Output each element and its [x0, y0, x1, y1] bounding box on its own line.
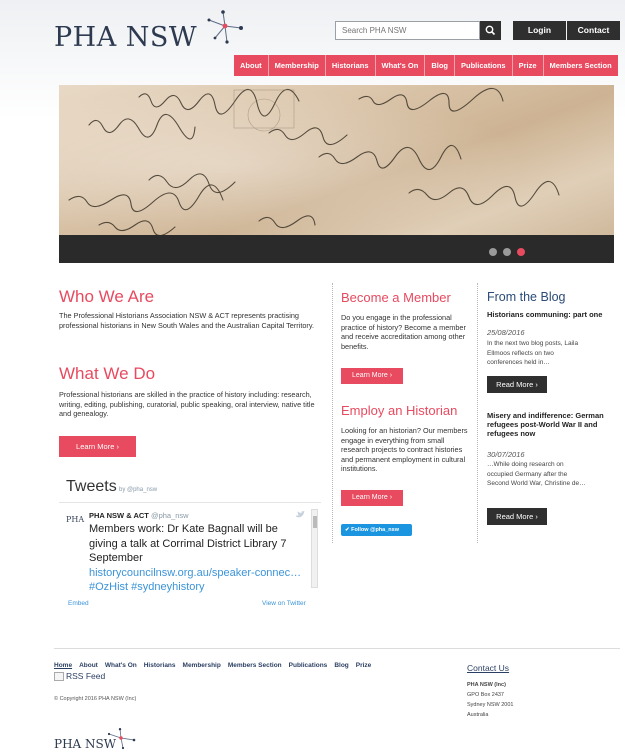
search-input[interactable] — [335, 21, 480, 40]
footer-link-about[interactable]: About — [79, 662, 98, 669]
tweets-embed-link[interactable]: Embed — [68, 600, 89, 607]
tweets-scroll-thumb[interactable] — [313, 516, 317, 528]
nav-item-publications[interactable]: Publications — [455, 55, 513, 76]
nav-item-members-section[interactable]: Members Section — [543, 55, 618, 76]
slider-dot-1[interactable] — [489, 248, 497, 256]
twitter-bird-icon[interactable] — [296, 511, 305, 518]
hero-slider[interactable] — [59, 85, 614, 263]
what-we-do-learn-more-button[interactable]: Learn More › — [59, 436, 136, 457]
main-nav: About Membership Historians What's On Bl… — [234, 55, 618, 76]
tweet-text: Members work: Dr Kate Bagnall will be gi… — [89, 523, 287, 564]
tweet-author[interactable]: PHA NSW & ACT @pha_nsw — [89, 511, 189, 520]
employ-historian-text: Looking for an historian? Our members en… — [341, 426, 468, 473]
become-a-member-text: Do you engage in the professional practi… — [341, 313, 466, 351]
hero-handwriting-image — [68, 87, 560, 235]
contact-address: PHA NSW (Inc) GPO Box 2437 Sydney NSW 20… — [467, 680, 513, 720]
footer-nav: Home About What's On Historians Membersh… — [54, 662, 371, 669]
copyright-text: © Copyright 2016 PHA NSW (Inc) — [54, 696, 137, 702]
rss-feed-label: RSS Feed — [66, 671, 106, 681]
footer-divider — [54, 648, 620, 649]
rss-icon — [54, 671, 64, 681]
nav-item-prize[interactable]: Prize — [512, 55, 544, 76]
employ-historian-heading: Employ an Historian — [341, 403, 458, 418]
footer-link-home[interactable]: Home — [54, 662, 72, 669]
tweet-author-handle: @pha_nsw — [150, 511, 189, 520]
member-learn-more-button[interactable]: Learn More › — [341, 368, 403, 384]
tweet-link[interactable]: historycouncilnsw.org.au/speaker-connec… — [89, 566, 309, 581]
contact-us-link[interactable]: Contact Us — [467, 663, 509, 673]
who-we-are-text: The Professional Historians Association … — [59, 311, 314, 330]
site-logo[interactable]: PHA NSW — [54, 22, 197, 53]
footer-link-prize[interactable]: Prize — [356, 662, 372, 669]
twitter-follow-label: Follow @pha_nsw — [351, 527, 399, 533]
employ-learn-more-button[interactable]: Learn More › — [341, 490, 403, 506]
tweet-avatar[interactable]: PHA — [66, 515, 84, 524]
tweets-view-on-twitter-link[interactable]: View on Twitter — [262, 600, 306, 607]
rss-feed-link[interactable]: RSS Feed — [54, 671, 105, 681]
blog-post-1-date: 25/08/2016 — [487, 328, 525, 337]
who-we-are-heading: Who We Are — [59, 287, 155, 306]
nav-item-about[interactable]: About — [234, 55, 269, 76]
tweet-body: Members work: Dr Kate Bagnall will be gi… — [89, 522, 309, 595]
column-divider-2 — [477, 283, 478, 543]
nav-item-blog[interactable]: Blog — [425, 55, 456, 76]
footer-link-publications[interactable]: Publications — [289, 662, 328, 669]
nav-item-whats-on[interactable]: What's On — [375, 55, 426, 76]
become-a-member-heading: Become a Member — [341, 290, 451, 305]
blog-post-1-excerpt: In the next two blog posts, Laila Ellmoo… — [487, 340, 579, 366]
hero-caption-bar — [59, 235, 614, 263]
search-icon — [485, 25, 496, 36]
twitter-follow-button[interactable]: ✔ Follow @pha_nsw — [341, 524, 412, 536]
nav-item-membership[interactable]: Membership — [268, 55, 326, 76]
blog-post-2-read-more-button[interactable]: Read More › — [487, 508, 547, 525]
blog-post-2-excerpt: …While doing research on occupied German… — [487, 461, 586, 487]
blog-post-1-title[interactable]: Historians communing: part one — [487, 310, 613, 319]
slider-dot-3-active[interactable] — [517, 248, 525, 256]
what-we-do-heading: What We Do — [59, 364, 156, 383]
login-button[interactable]: Login — [513, 21, 566, 40]
column-divider-1 — [332, 283, 333, 543]
address-line: GPO Box 2437 — [467, 692, 504, 698]
logo-star-icon — [207, 10, 243, 44]
tweet-author-name: PHA NSW & ACT — [89, 511, 149, 520]
blog-post-2-title[interactable]: Misery and indifference: German refugees… — [487, 411, 613, 438]
address-line: PHA NSW (Inc) — [467, 682, 506, 688]
tweet-hashtags[interactable]: #OzHist #sydneyhistory — [89, 580, 309, 595]
blog-post-1-read-more-button[interactable]: Read More › — [487, 376, 547, 393]
tweets-by-link[interactable]: by @pha_nsw — [119, 487, 157, 493]
contact-button[interactable]: Contact — [567, 21, 620, 40]
address-line: Australia — [467, 712, 489, 718]
footer-logo-star-icon — [107, 728, 136, 750]
footer-link-historians[interactable]: Historians — [144, 662, 176, 669]
footer-link-membership[interactable]: Membership — [183, 662, 221, 669]
nav-item-historians[interactable]: Historians — [325, 55, 376, 76]
footer-link-blog[interactable]: Blog — [334, 662, 348, 669]
from-the-blog-heading: From the Blog — [487, 290, 566, 304]
blog-post-2-date: 30/07/2016 — [487, 450, 525, 459]
search-button[interactable] — [480, 21, 501, 40]
footer-link-whats-on[interactable]: What's On — [105, 662, 137, 669]
tweets-scrollbar[interactable] — [311, 509, 318, 588]
slider-dot-2[interactable] — [503, 248, 511, 256]
address-line: Sydney NSW 2001 — [467, 702, 514, 708]
tweets-heading: Tweets — [66, 478, 117, 495]
what-we-do-text: Professional historians are skilled in t… — [59, 390, 315, 418]
footer-link-members-section[interactable]: Members Section — [228, 662, 282, 669]
